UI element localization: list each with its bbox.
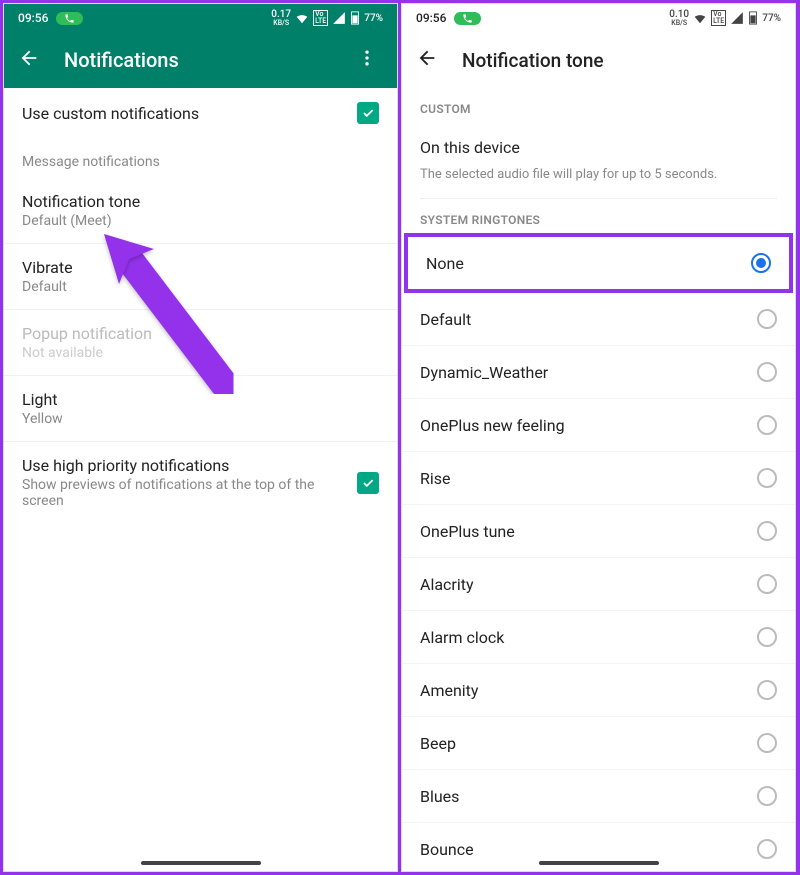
status-time: 09:56 xyxy=(416,11,446,25)
status-kbs: 0.17 xyxy=(271,10,291,20)
setting-row-notification-tone[interactable]: Notification tone Default (Meet) xyxy=(4,178,397,244)
battery-icon xyxy=(748,11,758,25)
ringtone-row-none[interactable]: None xyxy=(408,237,789,289)
hpn-label: Use high priority notifications xyxy=(22,456,322,475)
hpn-checkbox[interactable] xyxy=(357,472,379,494)
battery-icon xyxy=(350,11,360,25)
ringtone-label: OnePlus tune xyxy=(420,522,515,541)
setting-primary: Light xyxy=(22,390,63,409)
setting-primary: Notification tone xyxy=(22,192,140,211)
high-priority-row[interactable]: Use high priority notifications Show pre… xyxy=(4,442,397,523)
ringtone-label: Dynamic_Weather xyxy=(420,363,548,382)
status-bar: 09:56 0.17KB/S VoLTE 77% xyxy=(4,4,397,32)
more-icon[interactable] xyxy=(351,48,383,72)
radio-icon[interactable] xyxy=(757,574,777,594)
highlight-selected: None xyxy=(404,233,793,293)
ringtone-row-beep[interactable]: Beep xyxy=(402,717,795,770)
setting-row-light[interactable]: Light Yellow xyxy=(4,376,397,442)
setting-primary: Popup notification xyxy=(22,324,152,343)
radio-icon[interactable] xyxy=(757,415,777,435)
radio-icon[interactable] xyxy=(757,786,777,806)
setting-secondary: Not available xyxy=(22,345,152,361)
app-bar: Notifications xyxy=(4,32,397,88)
nav-bar[interactable] xyxy=(539,861,659,865)
page-title: Notifications xyxy=(64,48,351,72)
custom-secondary: The selected audio file will play for up… xyxy=(420,167,777,182)
radio-icon[interactable] xyxy=(757,733,777,753)
status-battery: 77% xyxy=(762,13,781,24)
radio-icon[interactable] xyxy=(757,680,777,700)
ringtone-label: Alacrity xyxy=(420,575,474,594)
ringtone-row-amenity[interactable]: Amenity xyxy=(402,664,795,717)
status-kbs-unit: KB/S xyxy=(671,20,687,27)
ringtone-label: Amenity xyxy=(420,681,478,700)
radio-icon[interactable] xyxy=(757,309,777,329)
status-battery: 77% xyxy=(364,13,383,24)
signal-icon xyxy=(730,11,744,25)
back-icon[interactable] xyxy=(18,47,40,73)
ringtone-label: Beep xyxy=(420,734,456,753)
ringtone-row-alacrity[interactable]: Alacrity xyxy=(402,558,795,611)
setting-secondary: Default xyxy=(22,279,73,295)
screen-notifications: 09:56 0.17KB/S VoLTE 77% Notifications xyxy=(3,3,398,872)
setting-secondary: Default (Meet) xyxy=(22,213,140,229)
radio-icon[interactable] xyxy=(757,362,777,382)
setting-secondary: Yellow xyxy=(22,411,63,427)
ringtone-row-blues[interactable]: Blues xyxy=(402,770,795,823)
hpn-sub: Show previews of notifications at the to… xyxy=(22,477,322,509)
ringtone-label: Rise xyxy=(420,469,451,488)
radio-icon[interactable] xyxy=(751,253,771,273)
radio-icon[interactable] xyxy=(757,627,777,647)
ringtone-row-oneplus-tune[interactable]: OnePlus tune xyxy=(402,505,795,558)
call-pill-icon xyxy=(56,12,83,25)
call-pill-icon xyxy=(454,12,481,25)
section-ringtones: SYSTEM RINGTONES xyxy=(402,199,795,233)
wifi-icon xyxy=(693,11,707,25)
section-custom: CUSTOM xyxy=(402,88,795,122)
ringtone-row-oneplus-new-feeling[interactable]: OnePlus new feeling xyxy=(402,399,795,452)
ringtone-label: None xyxy=(426,254,464,273)
ringtone-row-dynamic_weather[interactable]: Dynamic_Weather xyxy=(402,346,795,399)
radio-icon[interactable] xyxy=(757,468,777,488)
setting-primary: Vibrate xyxy=(22,258,73,277)
app-bar: Notification tone xyxy=(402,32,795,88)
use-custom-checkbox[interactable] xyxy=(357,102,379,124)
on-this-device-row[interactable]: On this device The selected audio file w… xyxy=(402,122,795,198)
setting-row-popup-notification: Popup notification Not available xyxy=(4,310,397,376)
status-kbs: 0.10 xyxy=(669,10,689,20)
signal-icon xyxy=(332,11,346,25)
radio-icon[interactable] xyxy=(757,521,777,541)
page-title: Notification tone xyxy=(462,49,604,72)
ringtone-row-alarm-clock[interactable]: Alarm clock xyxy=(402,611,795,664)
use-custom-notifications-row[interactable]: Use custom notifications xyxy=(4,88,397,138)
radio-icon[interactable] xyxy=(757,839,777,859)
status-kbs-unit: KB/S xyxy=(273,20,289,27)
wifi-icon xyxy=(295,11,309,25)
ringtone-label: Bounce xyxy=(420,840,474,859)
volte-icon: VoLTE xyxy=(313,10,328,26)
custom-primary: On this device xyxy=(420,138,777,157)
ringtone-row-default[interactable]: Default xyxy=(402,293,795,346)
status-time: 09:56 xyxy=(18,11,48,25)
back-icon[interactable] xyxy=(416,47,438,73)
status-bar: 09:56 0.10KB/S VoLTE 77% xyxy=(402,4,795,32)
nav-bar[interactable] xyxy=(141,861,261,865)
ringtone-label: Blues xyxy=(420,787,459,806)
screen-notification-tone: 09:56 0.10KB/S VoLTE 77% Notification to… xyxy=(401,3,796,872)
volte-icon: VoLTE xyxy=(711,10,726,26)
setting-row-vibrate[interactable]: Vibrate Default xyxy=(4,244,397,310)
use-custom-label: Use custom notifications xyxy=(22,104,199,123)
ringtone-label: Alarm clock xyxy=(420,628,504,647)
ringtone-label: Default xyxy=(420,310,471,329)
section-message-notifications: Message notifications xyxy=(4,138,397,178)
ringtone-label: OnePlus new feeling xyxy=(420,416,565,435)
ringtone-row-rise[interactable]: Rise xyxy=(402,452,795,505)
